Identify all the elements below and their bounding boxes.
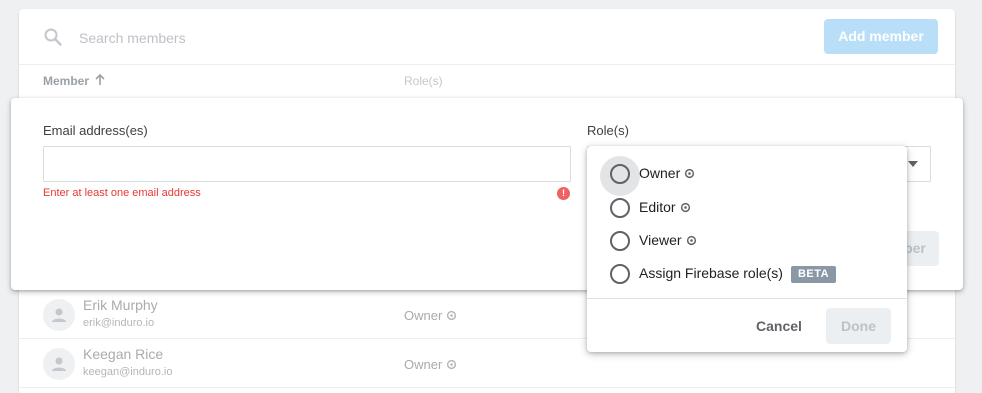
role-option-viewer[interactable]: Viewer	[587, 223, 907, 256]
email-field[interactable]	[43, 146, 571, 182]
gear-icon	[684, 166, 695, 182]
role-option-label: Editor	[639, 199, 691, 216]
radio-button[interactable]	[610, 231, 630, 251]
email-label: Email address(es)	[43, 123, 148, 138]
role-option-text: Assign Firebase role(s)	[639, 265, 783, 281]
column-header-roles: Role(s)	[404, 74, 443, 88]
cancel-button[interactable]: Cancel	[745, 309, 813, 344]
dialog-add-member-label: ber	[904, 240, 926, 256]
column-header-member[interactable]: Member	[43, 74, 89, 88]
role-option-text: Owner	[639, 165, 681, 181]
person-icon	[52, 308, 66, 322]
sort-ascending-icon[interactable]	[93, 73, 107, 87]
role-option-text: Viewer	[639, 232, 682, 248]
role-option-editor[interactable]: Editor	[587, 190, 907, 223]
radio-button[interactable]	[610, 264, 630, 284]
search-icon	[43, 27, 63, 47]
member-role-label: Owner	[404, 357, 443, 372]
person-icon	[52, 357, 66, 371]
role-menu: Owner Editor Viewer Assign Firebase role…	[587, 146, 907, 352]
search-bar: Search members Add member	[19, 9, 955, 65]
role-option-label: Assign Firebase role(s) BETA	[639, 265, 837, 283]
role-option-label: Viewer	[639, 232, 697, 249]
roles-label: Role(s)	[587, 123, 629, 138]
role-option-text: Editor	[639, 199, 676, 215]
gear-icon	[446, 358, 457, 373]
email-error-message: Enter at least one email address	[43, 187, 201, 199]
role-option-owner[interactable]: Owner	[587, 156, 907, 189]
member-email: keegan@induro.io	[83, 366, 173, 378]
beta-badge: BETA	[790, 266, 837, 283]
role-option-label: Owner	[639, 165, 695, 182]
avatar	[43, 348, 75, 380]
error-icon: !	[557, 187, 570, 200]
dropdown-arrow-icon[interactable]	[908, 161, 918, 167]
menu-divider	[587, 298, 907, 299]
radio-button[interactable]	[610, 164, 630, 184]
avatar	[43, 299, 75, 331]
gear-icon	[680, 200, 691, 216]
add-member-button[interactable]: Add member	[824, 19, 938, 54]
member-role-label: Owner	[404, 308, 443, 323]
member-name: Keegan Rice	[83, 346, 164, 362]
member-email: erik@induro.io	[83, 317, 155, 329]
member-name: Erik Murphy	[83, 297, 158, 313]
radio-button[interactable]	[610, 198, 630, 218]
gear-icon	[686, 233, 697, 249]
gear-icon	[446, 309, 457, 324]
member-role: Owner	[404, 308, 457, 324]
search-input[interactable]: Search members	[79, 30, 186, 46]
members-table-header: Member Role(s)	[19, 65, 955, 97]
role-option-firebase[interactable]: Assign Firebase role(s) BETA	[587, 256, 907, 289]
member-role: Owner	[404, 357, 457, 373]
done-button[interactable]: Done	[826, 308, 891, 344]
